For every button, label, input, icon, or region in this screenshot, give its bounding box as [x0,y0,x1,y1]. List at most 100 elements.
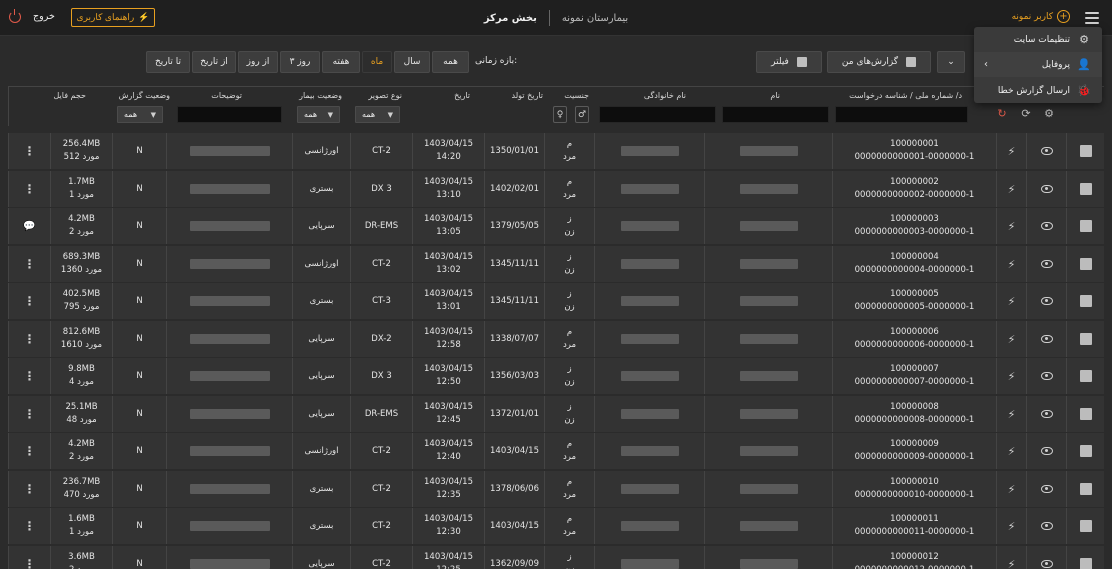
view-cell[interactable] [1026,283,1066,319]
actions-cell[interactable]: ⋮ [8,171,50,207]
female-icon[interactable]: ♀ [553,106,567,123]
view-cell[interactable] [1026,171,1066,207]
actions-cell[interactable]: ⋮ [8,396,50,432]
table-row[interactable]: ⚡ 100000011 0000000000011-0000000-1 م مرد 140… [8,508,1104,544]
row-checkbox[interactable] [1079,258,1092,270]
select-cell[interactable] [1066,358,1104,394]
quick-action-cell[interactable]: ⚡ [996,546,1026,569]
select-cell[interactable] [1066,283,1104,319]
row-checkbox[interactable] [1079,220,1092,232]
table-row[interactable]: ⚡ 100000008 0000000000008-0000000-1 ز زن 1372… [8,396,1104,432]
eye-icon[interactable] [1040,372,1053,380]
bolt-icon[interactable]: ⚡ [1008,558,1016,569]
bolt-icon[interactable]: ⚡ [1008,258,1016,271]
row-checkbox[interactable] [1079,445,1092,457]
select-cell[interactable] [1066,171,1104,207]
row-checkbox[interactable] [1079,520,1092,532]
more-options-icon[interactable]: ⋮ [24,557,36,569]
view-cell[interactable] [1026,546,1066,569]
table-row[interactable]: ⚡ 100000005 0000000000005-0000000-1 ز زن 1345… [8,283,1104,319]
view-cell[interactable] [1026,133,1066,169]
more-options-icon[interactable]: ⋮ [24,182,36,196]
male-icon[interactable]: ♂ [575,106,589,123]
row-checkbox[interactable] [1079,408,1092,420]
bolt-icon[interactable]: ⚡ [1008,333,1016,346]
actions-cell[interactable]: ⋮ [8,283,50,319]
bolt-icon[interactable]: ⚡ [1008,408,1016,421]
more-options-icon[interactable]: ⋮ [24,519,36,533]
quick-action-cell[interactable]: ⚡ [996,283,1026,319]
quick-action-cell[interactable]: ⚡ [996,171,1026,207]
more-options-icon[interactable]: ⋮ [24,144,36,158]
select-cell[interactable] [1066,471,1104,507]
table-row[interactable]: ⚡ 100000001 0000000000001-0000000-1 م مرد 135… [8,133,1104,169]
user-guide-button[interactable]: راهنمای کاربری ⚡ [71,8,155,27]
row-checkbox[interactable] [1079,558,1092,569]
bolt-icon[interactable]: ⚡ [1008,520,1016,533]
bolt-icon[interactable]: ⚡ [1008,370,1016,383]
my-reports-toggle[interactable]: گزارش‌های من [827,51,931,73]
table-row[interactable]: ⚡ 100000009 0000000000009-0000000-1 م مرد 140… [8,433,1104,469]
refresh-icon[interactable]: ↻ [996,108,1008,120]
national-id-filter-input[interactable] [835,106,968,123]
range-week-button[interactable]: هفته [322,51,360,73]
settings-icon[interactable]: ⚙ [1043,108,1055,120]
table-row[interactable]: ⚡ 100000002 0000000000002-0000000-1 م مرد 140… [8,171,1104,207]
bolt-icon[interactable]: ⚡ [1008,220,1016,233]
description-filter-input[interactable] [177,106,282,123]
select-cell[interactable] [1066,246,1104,282]
menu-item-report-bug[interactable]: 🐞 ارسال گزارش خطا [974,78,1102,103]
bolt-icon[interactable]: ⚡ [1008,483,1016,496]
modality-filter-select[interactable]: همه ▼ [355,106,400,123]
select-cell[interactable] [1066,508,1104,544]
chat-bubble-icon[interactable]: 💬 [23,220,35,233]
view-cell[interactable] [1026,508,1066,544]
table-row[interactable]: ⚡ 100000006 0000000000006-0000000-1 م مرد 133… [8,321,1104,357]
more-options-icon[interactable]: ⋮ [24,482,36,496]
select-cell[interactable] [1066,433,1104,469]
quick-action-cell[interactable]: ⚡ [996,133,1026,169]
actions-cell[interactable]: ⋮ [8,471,50,507]
eye-icon[interactable] [1040,260,1053,268]
sync-icon[interactable]: ⟳ [1020,108,1032,120]
quick-action-cell[interactable]: ⚡ [996,321,1026,357]
eye-icon[interactable] [1040,410,1053,418]
eye-icon[interactable] [1040,447,1053,455]
filter-toggle[interactable]: فیلتر [756,51,822,73]
patient-status-filter-select[interactable]: همه ▼ [297,106,340,123]
eye-icon[interactable] [1040,335,1053,343]
range-from-date-button[interactable]: از تاریخ [192,51,236,73]
select-cell[interactable] [1066,133,1104,169]
row-checkbox[interactable] [1079,145,1092,157]
bolt-icon[interactable]: ⚡ [1008,445,1016,458]
select-cell[interactable] [1066,396,1104,432]
view-cell[interactable] [1026,433,1066,469]
row-checkbox[interactable] [1079,333,1092,345]
more-options-icon[interactable]: ⋮ [24,369,36,383]
range-to-date-button[interactable]: تا تاریخ [146,51,190,73]
quick-action-cell[interactable]: ⚡ [996,208,1026,244]
actions-cell[interactable]: ⋮ [8,358,50,394]
power-icon[interactable] [9,9,21,23]
actions-cell[interactable]: 💬 [8,208,50,244]
bolt-icon[interactable]: ⚡ [1008,295,1016,308]
actions-cell[interactable]: ⋮ [8,433,50,469]
view-cell[interactable] [1026,208,1066,244]
range-month-button[interactable]: ماه [362,51,392,73]
range-3days-button[interactable]: ۳ روز [280,51,320,73]
more-options-icon[interactable]: ⋮ [24,294,36,308]
row-checkbox[interactable] [1079,370,1092,382]
quick-action-cell[interactable]: ⚡ [996,471,1026,507]
actions-cell[interactable]: ⋮ [8,508,50,544]
row-checkbox[interactable] [1079,295,1092,307]
menu-item-profile[interactable]: 👤 پروفایل › [974,52,1102,77]
range-year-button[interactable]: سال [394,51,430,73]
eye-icon[interactable] [1040,485,1053,493]
eye-icon[interactable] [1040,522,1053,530]
row-checkbox[interactable] [1079,183,1092,195]
actions-cell[interactable]: ⋮ [8,321,50,357]
table-row[interactable]: ⚡ 100000010 0000000000010-0000000-1 م مرد 137… [8,471,1104,507]
more-options-icon[interactable]: ⋮ [24,444,36,458]
actions-cell[interactable]: ⋮ [8,246,50,282]
actions-cell[interactable]: ⋮ [8,546,50,569]
